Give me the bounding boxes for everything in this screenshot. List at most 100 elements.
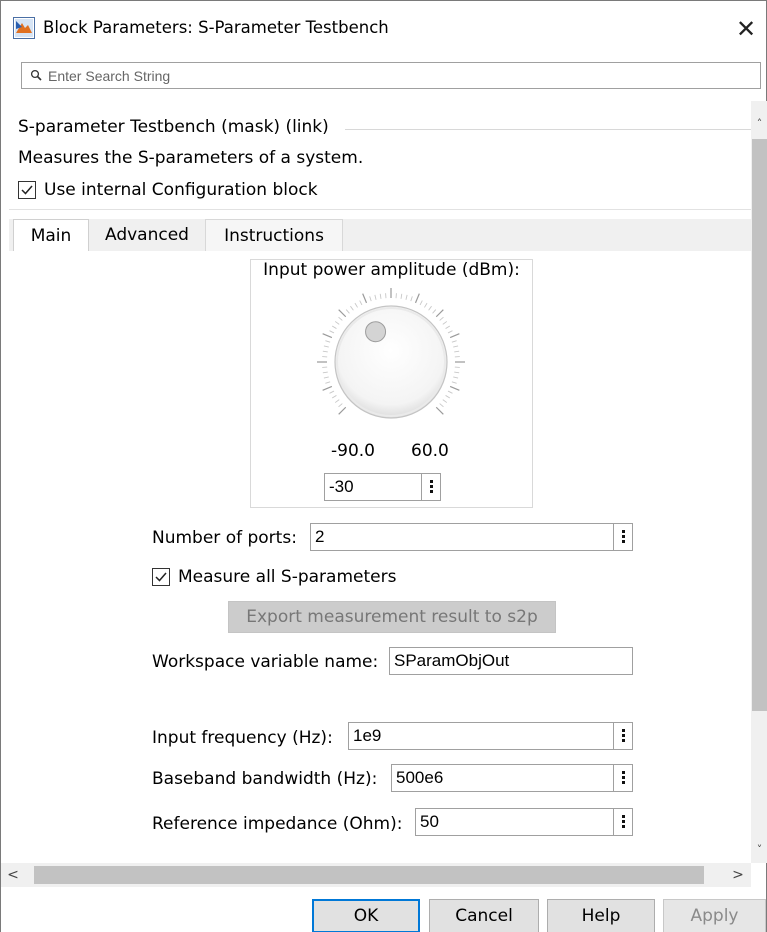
ok-button[interactable]: OK — [312, 899, 420, 932]
knob-tick — [323, 345, 329, 348]
knob-tick — [449, 385, 460, 391]
scroll-right-icon[interactable]: > — [730, 865, 746, 885]
scroll-down-icon[interactable]: ˅ — [753, 843, 766, 857]
search-box[interactable] — [21, 62, 761, 89]
baseband-bandwidth-label: Baseband bandwidth (Hz): — [152, 769, 378, 789]
knob-tick — [354, 302, 358, 308]
knob-tick — [338, 403, 343, 408]
knob-pointer-dot — [365, 321, 387, 343]
knob-tick — [439, 316, 444, 321]
apply-button[interactable]: Apply — [663, 899, 766, 932]
num-ports-field[interactable] — [310, 523, 633, 551]
num-ports-label: Number of ports: — [152, 528, 297, 548]
knob-tick — [453, 345, 459, 348]
cancel-button[interactable]: Cancel — [429, 899, 539, 932]
input-power-label: Input power amplitude (dBm): — [263, 260, 520, 280]
parameters-panel: S-parameter Testbench (mask) (link) Meas… — [1, 101, 751, 863]
tab-advanced[interactable]: Advanced — [89, 219, 205, 251]
knob-tick — [359, 300, 363, 306]
workspace-variable-input[interactable] — [390, 648, 630, 674]
scroll-up-icon[interactable]: ˄ — [753, 117, 766, 131]
knob-tick — [451, 340, 457, 343]
knob-tick — [329, 390, 335, 394]
close-button[interactable]: ✕ — [727, 9, 765, 49]
simulink-block-icon — [13, 17, 35, 39]
knob-tick — [400, 293, 403, 299]
knob-tick — [345, 309, 350, 314]
knob-tick — [453, 376, 459, 379]
knob-tick — [334, 321, 340, 325]
knob-tick — [451, 381, 457, 384]
input-power-knob-group: Input power amplitude (dBm): -90.0 60.0 — [250, 259, 533, 508]
tab-instructions[interactable]: Instructions — [205, 219, 343, 251]
knob-tick — [379, 293, 382, 299]
mask-description: Measures the S-parameters of a system. — [18, 148, 364, 168]
knob-tick — [325, 340, 331, 343]
knob-tick — [454, 371, 460, 374]
search-icon — [30, 69, 42, 81]
knob-tick — [435, 406, 444, 415]
knob-tick — [374, 294, 377, 300]
input-frequency-label: Input frequency (Hz): — [152, 728, 333, 748]
horizontal-scroll-thumb[interactable] — [34, 866, 704, 884]
reference-impedance-field[interactable] — [415, 808, 633, 836]
knob-tick — [322, 333, 333, 339]
baseband-bandwidth-options-button[interactable] — [613, 765, 632, 791]
baseband-bandwidth-field[interactable] — [391, 764, 633, 792]
knob-tick — [414, 293, 420, 304]
tab-main[interactable]: Main — [13, 219, 89, 251]
scroll-left-icon[interactable]: < — [5, 865, 21, 885]
help-button[interactable]: Help — [547, 899, 655, 932]
knob-tick — [442, 399, 448, 403]
close-icon: ✕ — [735, 15, 757, 43]
input-frequency-field[interactable] — [348, 722, 633, 750]
num-ports-options-button[interactable] — [613, 524, 632, 550]
use-internal-config-label[interactable]: Use internal Configuration block — [44, 180, 318, 200]
measure-all-checkbox[interactable] — [152, 568, 170, 586]
baseband-bandwidth-input[interactable] — [392, 765, 611, 791]
knob-tick — [338, 309, 347, 318]
input-power-field[interactable] — [324, 473, 441, 501]
knob-tick — [428, 305, 432, 311]
reference-impedance-options-button[interactable] — [613, 809, 632, 835]
export-s2p-button[interactable]: Export measurement result to s2p — [228, 601, 556, 633]
knob-tick — [338, 316, 343, 321]
knob-tick — [322, 371, 328, 374]
dialog-window: Block Parameters: S-Parameter Testbench … — [0, 0, 767, 932]
checkmark-icon — [155, 572, 167, 582]
checkmark-icon — [21, 185, 33, 195]
knob-tick — [439, 403, 444, 408]
tab-strip: Main Advanced Instructions — [9, 219, 751, 251]
knob-tick — [334, 399, 340, 403]
knob-max-label: 60.0 — [411, 441, 449, 461]
knob-min-label: -90.0 — [331, 441, 375, 461]
knob-tick — [350, 305, 354, 311]
knob-tick — [322, 385, 333, 391]
search-input[interactable] — [48, 65, 748, 86]
measure-all-label[interactable]: Measure all S-parameters — [178, 567, 396, 587]
input-power-knob[interactable] — [311, 282, 471, 442]
vertical-scrollbar[interactable]: ˄ ˅ — [751, 101, 767, 863]
knob-tick — [410, 296, 413, 302]
window-title: Block Parameters: S-Parameter Testbench — [43, 18, 389, 37]
title-bar: Block Parameters: S-Parameter Testbench … — [1, 1, 766, 57]
input-frequency-input[interactable] — [349, 723, 611, 749]
knob-tick — [447, 330, 453, 334]
reference-impedance-input[interactable] — [416, 809, 611, 835]
knob-tick — [405, 294, 408, 300]
workspace-variable-field[interactable] — [389, 647, 633, 675]
knob-tick — [369, 296, 372, 302]
knob-tick — [454, 350, 460, 353]
input-power-options-button[interactable] — [421, 474, 440, 500]
workspace-variable-label: Workspace variable name: — [152, 652, 379, 672]
horizontal-scrollbar[interactable]: < > — [1, 863, 751, 887]
input-frequency-options-button[interactable] — [613, 723, 632, 749]
knob-tick — [424, 302, 428, 308]
knob-tick — [325, 381, 331, 384]
use-internal-config-checkbox[interactable] — [18, 181, 36, 199]
knob-tick — [331, 395, 337, 399]
vertical-scroll-thumb[interactable] — [752, 139, 767, 711]
knob-tick — [435, 309, 444, 318]
knob-tick — [338, 406, 347, 415]
num-ports-input[interactable] — [311, 524, 611, 550]
